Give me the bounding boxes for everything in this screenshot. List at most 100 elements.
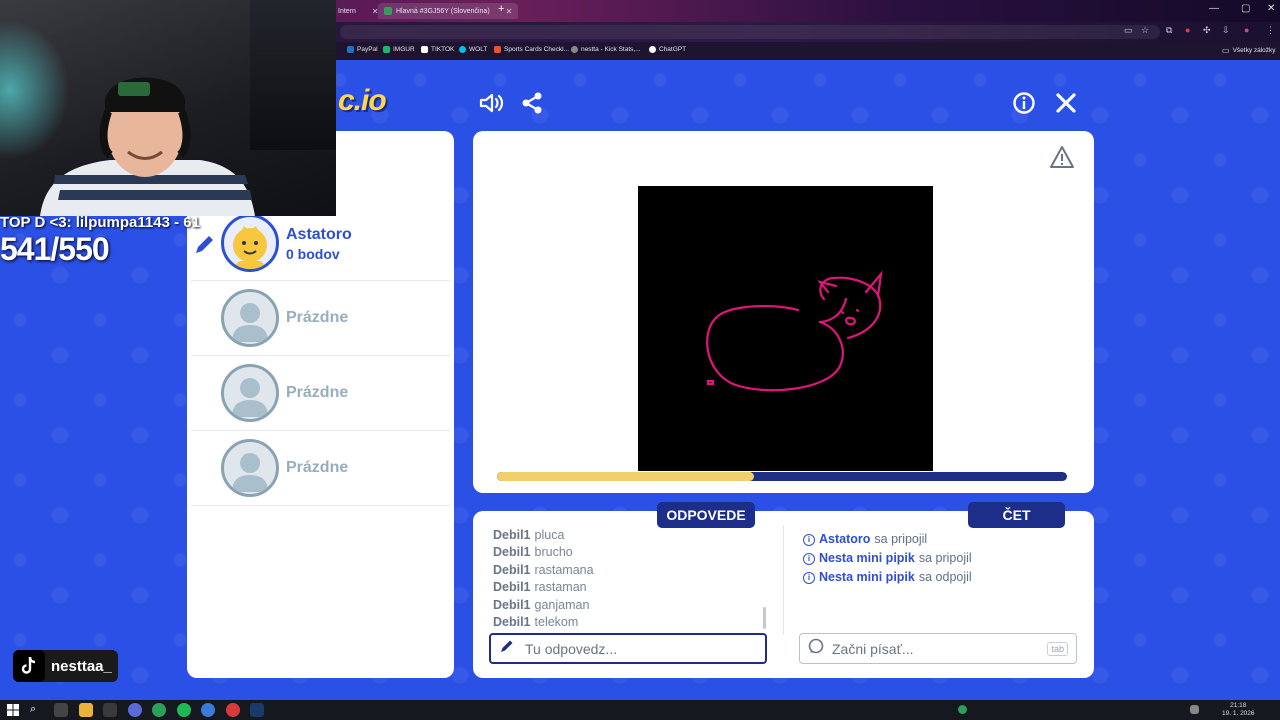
answer-item: Debil1 ganjaman	[493, 597, 763, 614]
follower-goal-counter: 541/550	[0, 231, 110, 267]
chatgpt-icon	[649, 46, 656, 53]
info-icon: i	[803, 552, 815, 565]
answers-chat-panel: Debil1 pluca Debil1 brucho Debil1 rastamana…	[473, 511, 1094, 678]
extension-icon[interactable]: ⧉	[1166, 25, 1172, 36]
maximize-window-icon[interactable]: ▢	[1241, 3, 1250, 14]
answers-header: ODPOVEDE	[657, 502, 755, 528]
bookmark-item[interactable]: nestta - Kick Stats,...	[571, 46, 641, 53]
bookmark-item[interactable]: IMGUR	[383, 46, 415, 53]
round-timer-fill	[497, 472, 754, 481]
answer-item: Debil1 rastamana	[493, 562, 763, 579]
chat-input[interactable]	[832, 640, 1032, 657]
sound-icon[interactable]	[478, 90, 504, 116]
steam-icon[interactable]	[250, 703, 264, 717]
extensions-puzzle-icon[interactable]: ✣	[1203, 25, 1211, 36]
chrome-icon[interactable]	[152, 703, 166, 717]
player-avatar	[221, 214, 279, 272]
player-row-empty: Prázdne	[191, 281, 450, 356]
answer-text: telekom	[534, 614, 579, 629]
clock[interactable]: 21:18 19. 1. 2026	[1222, 702, 1255, 718]
tray-icon[interactable]	[958, 705, 967, 714]
answer-input[interactable]	[525, 640, 725, 657]
new-tab-icon[interactable]: +	[498, 3, 504, 15]
windows-start-icon[interactable]	[6, 703, 20, 717]
report-warning-icon[interactable]	[1049, 145, 1075, 174]
tiktok-icon	[13, 650, 45, 682]
game-logo: c.io	[338, 84, 387, 117]
tab-title: Intern	[338, 7, 356, 15]
bookmark-item[interactable]: TIKTOK	[421, 46, 454, 53]
bookmark-item[interactable]: Sports Cards Checkl...	[494, 46, 569, 53]
cast-icon[interactable]: ▭	[1124, 25, 1133, 36]
answer-text: brucho	[534, 545, 573, 560]
pig-drawing	[706, 270, 883, 392]
share-icon[interactable]	[519, 90, 545, 116]
answer-user: Debil1	[493, 614, 531, 629]
all-bookmarks[interactable]: ▭ Všetky záložky	[1222, 46, 1276, 55]
kick-stats-icon	[571, 46, 578, 53]
answer-text: rastaman	[534, 580, 587, 595]
answer-input-box[interactable]	[489, 633, 767, 664]
minimize-window-icon[interactable]: —	[1209, 3, 1219, 14]
profile-avatar-icon[interactable]: ●	[1244, 25, 1249, 35]
browser-tab[interactable]: Intern ✕	[332, 3, 385, 19]
chat-input-box[interactable]: tab	[799, 633, 1077, 664]
bookmark-item[interactable]: PayPal	[347, 46, 378, 53]
answers-scrollbar[interactable]	[763, 607, 766, 629]
player-name: Prázdne	[286, 384, 349, 401]
bookmark-label: Sports Cards Checkl...	[504, 46, 570, 53]
tiktok-handle: nesttaa_	[51, 657, 112, 675]
search-icon[interactable]: ⌕	[30, 703, 44, 717]
answer-user: Debil1	[493, 528, 531, 542]
round-timer-bar	[497, 472, 1067, 481]
info-icon: i	[803, 533, 815, 546]
chat-list: i Astatoro sa pripojil i Nesta mini pipik sa…	[803, 530, 1083, 587]
tiktok-icon	[421, 46, 428, 53]
answer-user: Debil1	[493, 562, 531, 577]
answer-user: Debil1	[493, 545, 531, 560]
tab-title: Hlavná #3GJ56Y (Slovenčina)	[396, 7, 490, 15]
close-tab-icon[interactable]: ✕	[506, 7, 513, 16]
streamer-figure	[40, 77, 255, 216]
answer-user: Debil1	[493, 597, 531, 612]
bookmark-star-icon[interactable]: ☆	[1141, 25, 1149, 36]
url-field[interactable]	[340, 25, 1160, 39]
download-icon[interactable]: ⇩	[1222, 25, 1230, 36]
info-icon[interactable]	[1011, 90, 1037, 116]
clock-date: 19. 1. 2026	[1222, 710, 1255, 717]
folder-icon: ▭	[1222, 46, 1230, 55]
tab-hint: tab	[1047, 642, 1068, 656]
close-window-icon[interactable]: ✕	[1267, 3, 1275, 14]
bookmark-item[interactable]: ChatGPT	[649, 46, 686, 53]
player-row-active[interactable]: Astatoro 0 bodov	[191, 206, 450, 281]
bookmark-item[interactable]: WOLT	[459, 46, 487, 53]
player-score: 0 bodov	[286, 246, 340, 262]
app-icon[interactable]	[128, 703, 142, 717]
chat-header: ČET	[968, 502, 1065, 528]
chat-text: sa odpojil	[918, 570, 972, 584]
extension-red-icon[interactable]: ●	[1185, 25, 1190, 35]
answer-item: Debil1 telekom	[493, 614, 763, 631]
browser-menu-icon[interactable]: ⋮	[1266, 25, 1275, 36]
player-name: Prázdne	[286, 459, 349, 476]
player-row-empty: Prázdne	[191, 356, 450, 431]
spotify-icon[interactable]	[177, 703, 191, 717]
store-icon[interactable]	[103, 703, 117, 717]
info-icon: i	[803, 571, 815, 584]
drawing-canvas[interactable]	[638, 186, 933, 471]
app-icon[interactable]	[226, 703, 240, 717]
chat-message: i Nesta mini pipik sa odpojil	[803, 568, 1083, 587]
empty-avatar-icon	[221, 439, 279, 497]
file-explorer-icon[interactable]	[79, 703, 93, 717]
app-icon[interactable]	[201, 703, 215, 717]
sports-cards-icon	[494, 46, 501, 53]
answer-text: rastamana	[534, 562, 594, 577]
paypal-icon	[347, 46, 354, 53]
close-game-icon[interactable]	[1053, 90, 1079, 116]
player-row-empty: Prázdne	[191, 431, 450, 506]
canvas-panel	[473, 131, 1094, 493]
drawing-pencil-icon	[193, 232, 217, 261]
answer-text: ganjaman	[534, 597, 590, 612]
volume-icon[interactable]	[1190, 705, 1199, 714]
task-view-icon[interactable]	[54, 703, 68, 717]
